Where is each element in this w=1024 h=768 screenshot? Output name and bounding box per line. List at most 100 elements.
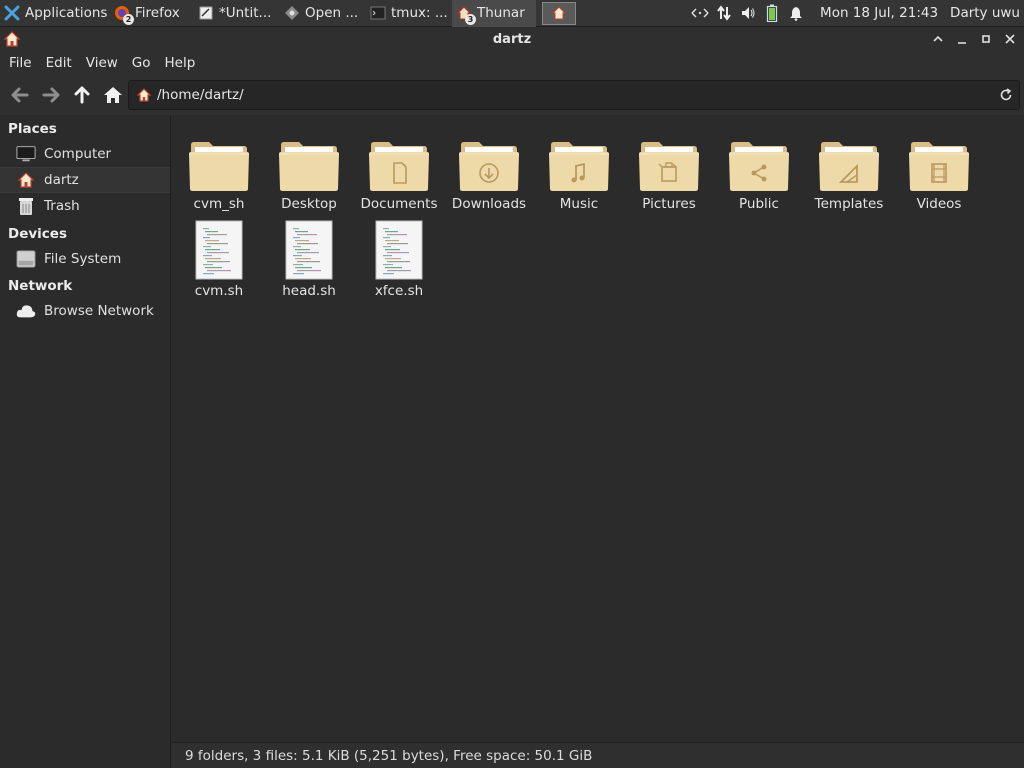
text-editor-icon — [198, 5, 214, 21]
task-open-dialog[interactable]: Open ... — [280, 0, 366, 27]
folder-item[interactable]: Documents — [354, 131, 444, 223]
transfer-arrows-icon[interactable] — [712, 0, 736, 27]
task-label: Firefox — [135, 5, 180, 21]
maximize-icon — [982, 35, 990, 43]
arrow-up-icon — [74, 86, 89, 104]
window-count-badge: 3 — [465, 14, 476, 25]
file-item[interactable]: cvm.sh — [174, 218, 264, 310]
applications-label: Applications — [25, 5, 108, 21]
clock[interactable]: Mon 18 Jul, 21:43 — [808, 5, 946, 21]
system-tray: Mon 18 Jul, 21:43 Darty uwu — [688, 0, 1024, 27]
shade-button[interactable] — [928, 29, 948, 49]
file-name: Pictures — [642, 196, 696, 212]
reload-icon — [1000, 88, 1012, 101]
public-folder-icon — [727, 131, 791, 193]
folder-item[interactable]: Pictures — [624, 131, 714, 223]
window-count-badge: 2 — [123, 14, 134, 25]
folder-icon — [187, 131, 251, 193]
menu-go[interactable]: Go — [125, 55, 158, 71]
sidebar-item-label: Trash — [44, 198, 80, 214]
workspace-switcher[interactable] — [542, 1, 576, 25]
music-folder-icon — [547, 131, 611, 193]
task-firefox[interactable]: 2 Firefox — [110, 0, 194, 27]
home-folder-icon — [16, 170, 36, 190]
home-button[interactable] — [97, 79, 128, 111]
folder-item[interactable]: Desktop — [264, 131, 354, 223]
sidebar-item-dartz[interactable]: dartz — [0, 167, 170, 193]
sidebar-item-trash[interactable]: Trash — [0, 193, 170, 219]
task-thunar[interactable]: 3 Thunar — [452, 0, 536, 27]
folder-item[interactable]: Music — [534, 131, 624, 223]
menu-edit[interactable]: Edit — [39, 55, 79, 71]
close-button[interactable] — [1000, 29, 1020, 49]
up-button[interactable] — [66, 79, 97, 111]
section-places: Places — [8, 120, 57, 137]
sidebar-item-label: File System — [44, 251, 122, 267]
file-name: Documents — [360, 196, 438, 212]
sidebar-item-browse-network[interactable]: Browse Network — [0, 298, 170, 324]
network-arrows-icon[interactable] — [688, 0, 712, 27]
file-view[interactable]: cvm_sh Desktop Documents Downloads Music… — [172, 115, 1024, 742]
task-text-editor[interactable]: *Untit... — [194, 0, 280, 27]
menu-help[interactable]: Help — [158, 55, 203, 71]
arrow-right-icon — [42, 87, 59, 103]
folder-item[interactable]: cvm_sh — [174, 131, 264, 223]
section-network: Network — [8, 277, 73, 294]
close-icon — [1005, 34, 1015, 44]
trash-icon — [16, 196, 36, 216]
home-icon — [103, 87, 122, 103]
cloud-icon — [16, 301, 36, 321]
terminal-icon — [370, 5, 386, 21]
maximize-button[interactable] — [976, 29, 996, 49]
computer-icon — [16, 144, 36, 164]
section-devices: Devices — [8, 225, 67, 242]
home-folder-icon — [133, 84, 155, 106]
battery-icon[interactable] — [760, 0, 784, 27]
arrow-left-icon — [11, 87, 28, 103]
firefox-icon: 2 — [114, 5, 134, 25]
documents-folder-icon — [367, 131, 431, 193]
videos-folder-icon — [907, 131, 971, 193]
folder-item[interactable]: Downloads — [444, 131, 534, 223]
user-menu[interactable]: Darty uwu — [946, 5, 1024, 21]
drive-icon — [16, 249, 36, 269]
sidebar-item-computer[interactable]: Computer — [0, 141, 170, 167]
menu-view[interactable]: View — [79, 55, 125, 71]
file-item[interactable]: head.sh — [264, 218, 354, 310]
folder-item[interactable]: Templates — [804, 131, 894, 223]
file-name: Desktop — [281, 196, 337, 212]
applications-menu-button[interactable]: Applications ≡ — [0, 0, 110, 27]
folder-item[interactable]: Public — [714, 131, 804, 223]
sidebar-item-label: Computer — [44, 146, 112, 162]
window-titlebar[interactable]: dartz — [0, 27, 1024, 51]
folder-item[interactable]: Videos — [894, 131, 984, 223]
sidebar-item-file-system[interactable]: File System — [0, 246, 170, 272]
minimize-button[interactable] — [952, 29, 972, 49]
volume-icon[interactable] — [736, 0, 760, 27]
script-file-icon — [277, 218, 341, 280]
status-bar: 9 folders, 3 files: 5.1 KiB (5,251 bytes… — [172, 742, 1024, 768]
forward-button[interactable] — [35, 79, 66, 111]
location-bar[interactable] — [128, 80, 1020, 110]
chevron-up-icon — [933, 35, 943, 42]
script-file-icon — [187, 218, 251, 280]
location-input[interactable] — [155, 87, 993, 103]
file-name: Public — [739, 196, 779, 212]
window-title: dartz — [492, 31, 532, 47]
menu-bar: File Edit View Go Help — [0, 51, 1024, 75]
home-icon — [551, 5, 567, 21]
file-name: cvm.sh — [194, 283, 244, 299]
task-label: Open ... — [305, 5, 359, 21]
file-item[interactable]: xfce.sh — [354, 218, 444, 310]
task-terminal[interactable]: tmux: ... — [366, 0, 452, 27]
reload-button[interactable] — [993, 82, 1019, 108]
home-folder-icon: 3 — [456, 5, 476, 25]
back-button[interactable] — [4, 79, 35, 111]
downloads-folder-icon — [457, 131, 521, 193]
top-panel: Applications ≡ 2 Firefox *Untit... Open … — [0, 0, 1024, 27]
menu-file[interactable]: File — [2, 55, 39, 71]
pictures-folder-icon — [637, 131, 701, 193]
file-name: Videos — [916, 196, 962, 212]
templates-folder-icon — [817, 131, 881, 193]
notification-bell-icon[interactable] — [784, 0, 808, 27]
